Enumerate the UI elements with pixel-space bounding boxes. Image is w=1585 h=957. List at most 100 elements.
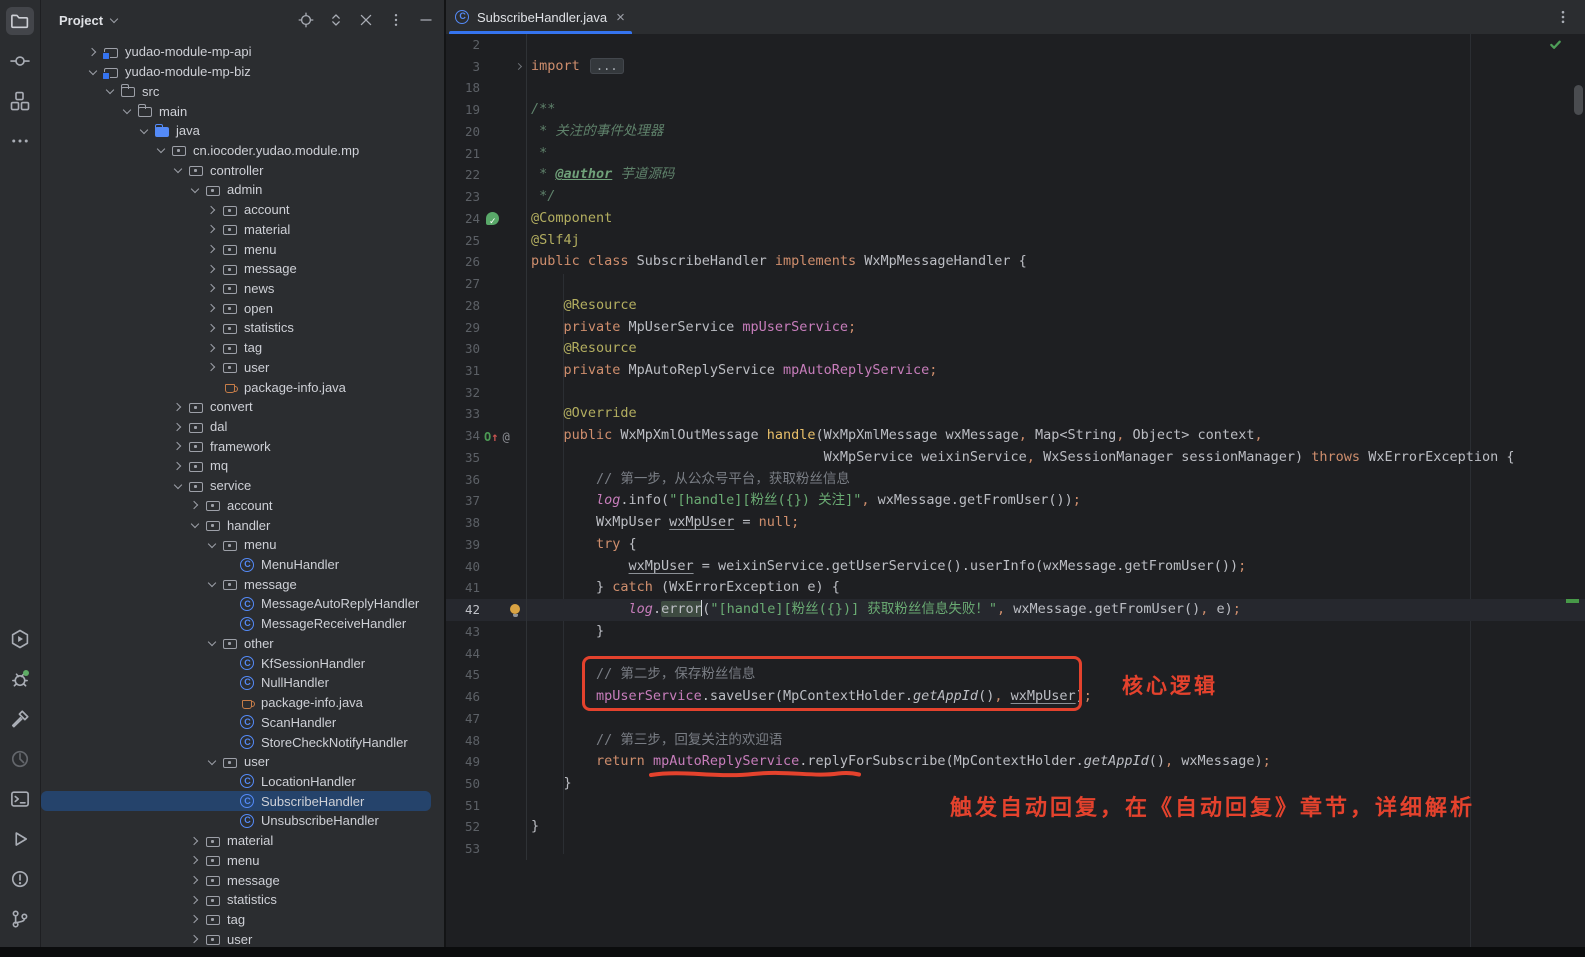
chevron-right-icon[interactable] xyxy=(208,284,216,292)
line-number[interactable]: 43 xyxy=(446,621,480,643)
line-number[interactable]: 32 xyxy=(446,382,480,404)
project-icon[interactable] xyxy=(6,7,34,35)
line-number[interactable]: 34 xyxy=(446,425,480,447)
chevron-down-icon[interactable] xyxy=(208,639,216,647)
problems-icon[interactable] xyxy=(6,865,34,893)
tree-item-news[interactable]: news xyxy=(41,279,444,299)
terminal-icon[interactable] xyxy=(6,785,34,813)
chevron-right-icon[interactable] xyxy=(191,896,199,904)
scrollbar-thumb[interactable] xyxy=(1574,85,1583,115)
tree-item-unsubscribehandler[interactable]: UnsubscribeHandler xyxy=(41,811,444,831)
line-number[interactable]: 28 xyxy=(446,295,480,317)
tree-item-subscribehandler[interactable]: SubscribeHandler xyxy=(41,791,431,811)
tree-item-mq[interactable]: mq xyxy=(41,456,444,476)
tree-item-message[interactable]: message xyxy=(41,574,444,594)
tree-item-framework[interactable]: framework xyxy=(41,436,444,456)
spring-bean-icon[interactable] xyxy=(486,212,499,225)
tree-item-account[interactable]: account xyxy=(41,496,444,516)
chevron-right-icon[interactable] xyxy=(208,206,216,214)
line-number[interactable]: 47 xyxy=(446,708,480,730)
chevron-right-icon[interactable] xyxy=(208,363,216,371)
debug-icon[interactable] xyxy=(6,665,34,693)
chevron-right-icon[interactable] xyxy=(208,324,216,332)
tree-item-scanhandler[interactable]: ScanHandler xyxy=(41,712,444,732)
chevron-right-icon[interactable] xyxy=(208,304,216,312)
tree-item-handler[interactable]: handler xyxy=(41,515,444,535)
line-number[interactable]: 25 xyxy=(446,230,480,252)
chevron-down-icon[interactable] xyxy=(140,127,148,135)
tree-item-messagereceivehandler[interactable]: MessageReceiveHandler xyxy=(41,614,444,634)
tab-close-icon[interactable]: × xyxy=(616,10,625,25)
hide-icon[interactable] xyxy=(417,12,434,29)
chevron-right-icon[interactable] xyxy=(208,245,216,253)
chevron-down-icon[interactable] xyxy=(191,186,199,194)
tree-item-menu[interactable]: menu xyxy=(41,535,444,555)
chevron-right-icon[interactable] xyxy=(191,876,199,884)
line-number[interactable]: 39 xyxy=(446,534,480,556)
line-number[interactable]: 29 xyxy=(446,317,480,339)
run-icon[interactable] xyxy=(6,825,34,853)
chevron-down-icon[interactable] xyxy=(208,541,216,549)
tree-item-tag[interactable]: tag xyxy=(41,338,444,358)
line-number[interactable]: 50 xyxy=(446,773,480,795)
chevron-right-icon[interactable] xyxy=(191,856,199,864)
project-panel-title[interactable]: Project xyxy=(59,13,103,28)
chevron-down-icon[interactable] xyxy=(106,87,114,95)
chevron-right-icon[interactable] xyxy=(191,935,199,943)
tree-item-messageautoreplyhandler[interactable]: MessageAutoReplyHandler xyxy=(41,594,444,614)
chevron-right-icon[interactable] xyxy=(174,442,182,450)
tree-item-tag[interactable]: tag xyxy=(41,910,444,930)
chevron-right-icon[interactable] xyxy=(89,48,97,56)
tree-item-material[interactable]: material xyxy=(41,219,444,239)
fold-collapsed-icon[interactable] xyxy=(516,63,523,70)
line-number[interactable]: 42 xyxy=(446,599,480,621)
inspection-ok-icon[interactable] xyxy=(1548,37,1563,57)
line-number[interactable]: 21 xyxy=(446,143,480,165)
line-number[interactable]: 33 xyxy=(446,403,480,425)
line-number[interactable]: 23 xyxy=(446,186,480,208)
chevron-right-icon[interactable] xyxy=(208,344,216,352)
more-icon[interactable] xyxy=(6,127,34,155)
tree-item-user[interactable]: user xyxy=(41,358,444,378)
line-number[interactable]: 31 xyxy=(446,360,480,382)
line-number[interactable]: 46 xyxy=(446,686,480,708)
build-icon[interactable] xyxy=(6,705,34,733)
tree-item-admin[interactable]: admin xyxy=(41,180,444,200)
chevron-down-icon[interactable] xyxy=(110,16,118,24)
tree-item-dal[interactable]: dal xyxy=(41,417,444,437)
tree-item-other[interactable]: other xyxy=(41,634,444,654)
tree-item-yudao-module-mp-api[interactable]: yudao-module-mp-api xyxy=(41,42,444,62)
chevron-down-icon[interactable] xyxy=(208,758,216,766)
line-number[interactable]: 51 xyxy=(446,795,480,817)
line-number[interactable]: 44 xyxy=(446,643,480,665)
tree-item-account[interactable]: account xyxy=(41,200,444,220)
tree-item-controller[interactable]: controller xyxy=(41,160,444,180)
line-number[interactable]: 41 xyxy=(446,577,480,599)
structure-icon[interactable] xyxy=(6,87,34,115)
tree-item-locationhandler[interactable]: LocationHandler xyxy=(41,772,444,792)
tree-item-service[interactable]: service xyxy=(41,476,444,496)
tree-item-package-info-java[interactable]: package-info.java xyxy=(41,693,444,713)
chevron-down-icon[interactable] xyxy=(208,580,216,588)
overrides-method-icon[interactable]: O↑@ xyxy=(484,427,510,449)
intention-lightbulb-icon[interactable] xyxy=(510,604,520,614)
chevron-right-icon[interactable] xyxy=(191,915,199,923)
chevron-right-icon[interactable] xyxy=(174,462,182,470)
tree-item-convert[interactable]: convert xyxy=(41,397,444,417)
chevron-right-icon[interactable] xyxy=(191,501,199,509)
tree-item-package-info-java[interactable]: package-info.java xyxy=(41,377,444,397)
chevron-down-icon[interactable] xyxy=(123,107,131,115)
line-number[interactable]: 45 xyxy=(446,664,480,686)
line-number[interactable]: 2 xyxy=(446,34,480,56)
version-control-icon[interactable] xyxy=(6,905,34,933)
line-number[interactable]: 36 xyxy=(446,469,480,491)
tree-item-message[interactable]: message xyxy=(41,259,444,279)
locate-icon[interactable] xyxy=(297,12,314,29)
line-number[interactable]: 37 xyxy=(446,490,480,512)
tree-item-kfsessionhandler[interactable]: KfSessionHandler xyxy=(41,653,444,673)
tree-item-menu[interactable]: menu xyxy=(41,239,444,259)
commit-icon[interactable] xyxy=(6,47,34,75)
expand-all-icon[interactable] xyxy=(327,12,344,29)
folded-imports-placeholder[interactable]: ... xyxy=(590,58,624,74)
line-number[interactable]: 53 xyxy=(446,838,480,860)
